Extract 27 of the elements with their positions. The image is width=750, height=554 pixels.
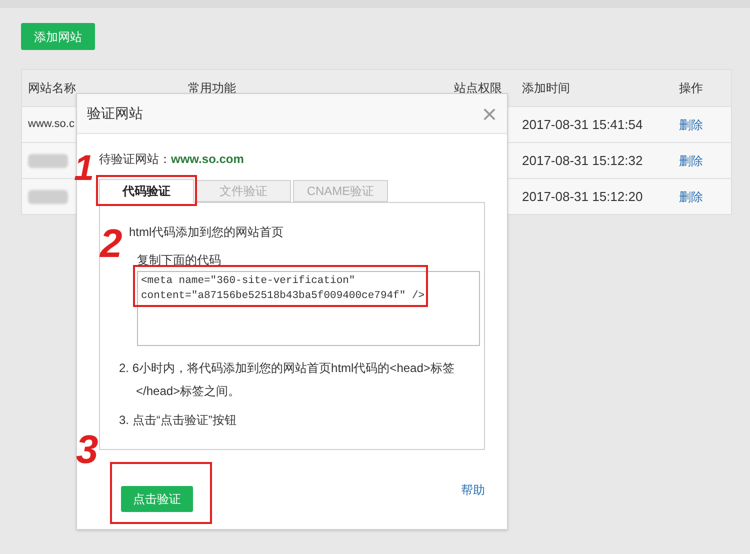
column-header: 常用功能 [187,80,237,97]
verify-button[interactable]: 点击验证 [121,486,193,512]
instruction-text: html代码添加到您的网站首页 [128,224,285,241]
tab[interactable]: 代码验证 [99,179,194,203]
step-text: 3. 点击“点击验证”按钮 [119,412,238,429]
annotation-number: 2 [100,224,122,264]
column-header: 添加时间 [521,80,571,97]
add-time: 2017-08-31 15:12:32 [521,152,644,170]
column-header: 操作 [678,80,704,97]
add-time: 2017-08-31 15:12:20 [521,188,644,206]
close-button[interactable]: × [482,100,497,126]
add-time: 2017-08-31 15:41:54 [521,116,644,134]
site-domain: www.so.com [171,151,244,168]
site-label: 待验证网站： [99,151,171,168]
add-site-button[interactable]: 添加网站 [21,23,95,50]
step-text: 复制下面的代码 [137,252,222,269]
delete-link[interactable]: 删除 [679,188,703,206]
annotation-number: 3 [76,430,98,470]
delete-link[interactable]: 删除 [679,152,703,170]
delete-link[interactable]: 删除 [679,116,703,134]
code-field[interactable]: <meta name="360-site-verification" content="a87156be52518b43ba5f009400ce794f" /> [137,271,480,346]
dialog-title: 验证网站 [87,104,143,123]
column-header: 网站名称 [27,80,77,97]
site-name: www.so.c [28,118,74,130]
annotation-number: 1 [74,150,94,186]
step-text: 2. 6小时内，将代码添加到您的网站首页html代码的<head>标签</head>标签之间。 [119,360,456,400]
help-link[interactable]: 帮助 [461,481,485,499]
